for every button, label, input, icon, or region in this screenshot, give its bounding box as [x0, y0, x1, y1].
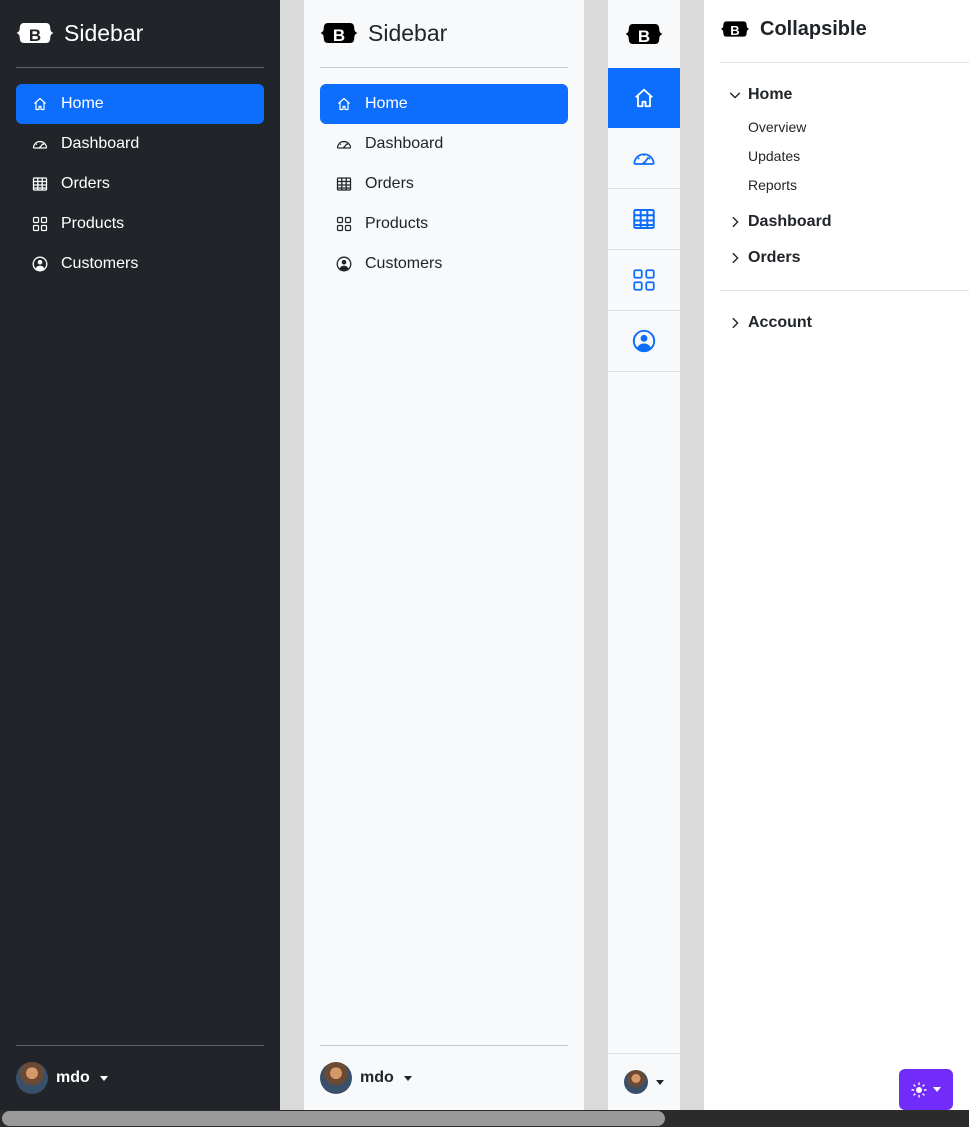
brand-title: Sidebar [64, 19, 144, 46]
icon-nav-orders[interactable] [608, 189, 680, 250]
nav-label: Customers [61, 255, 139, 272]
home-icon [336, 96, 352, 112]
user-dropdown[interactable] [608, 1053, 680, 1110]
bootstrap-logo-icon: B [16, 23, 54, 45]
home-icon [32, 96, 48, 112]
divider [16, 67, 264, 68]
sub-link-overview[interactable]: Overview [748, 119, 806, 135]
person-circle-icon [632, 329, 656, 353]
nav-label: Products [61, 215, 125, 232]
light-sidebar-nav: Home Dashboard Orders Products Customers [320, 84, 568, 284]
user-name: mdo [56, 1069, 90, 1086]
brand-title: Sidebar [368, 19, 448, 46]
horizontal-scrollbar[interactable] [0, 1110, 969, 1127]
grid-icon [336, 216, 352, 232]
chevron-down-icon [728, 88, 742, 102]
svg-text:B: B [638, 27, 650, 46]
home-icon [632, 86, 656, 110]
divider [720, 290, 969, 291]
speedometer-icon [632, 146, 656, 170]
theme-toggle-button[interactable] [899, 1069, 953, 1110]
collapsible-sidebar: B Collapsible Home Overview Updates Repo… [704, 0, 969, 1110]
nav-label: Dashboard [365, 135, 444, 152]
chevron-right-icon [728, 251, 742, 265]
speedometer-icon [32, 136, 48, 152]
avatar [320, 1062, 352, 1094]
icon-sidebar: B [608, 0, 680, 1110]
icon-sidebar-brand[interactable]: B [608, 0, 680, 68]
caret-down-icon [656, 1079, 664, 1085]
grid-icon [32, 216, 48, 232]
caret-down-icon [933, 1087, 941, 1092]
toggle-label: Orders [748, 249, 801, 266]
collapsible-brand[interactable]: B Collapsible [720, 16, 867, 42]
icon-nav-home[interactable] [608, 68, 680, 128]
grid-icon [632, 268, 656, 292]
sun-icon [911, 1081, 927, 1098]
divider [16, 1045, 264, 1046]
nav-item-dashboard[interactable]: Dashboard [320, 124, 568, 164]
divider [320, 67, 568, 68]
svg-text:B: B [29, 26, 41, 45]
nav-item-orders[interactable]: Orders [16, 164, 264, 204]
svg-text:B: B [333, 26, 345, 45]
person-circle-icon [336, 256, 352, 272]
nav-item-customers[interactable]: Customers [16, 244, 264, 284]
table-icon [632, 207, 656, 231]
dark-sidebar: B Sidebar Home Dashboard Orders Products… [0, 0, 280, 1110]
person-circle-icon [32, 256, 48, 272]
table-icon [336, 176, 352, 192]
nav-item-customers[interactable]: Customers [320, 244, 568, 284]
sub-link-reports[interactable]: Reports [748, 177, 797, 193]
avatar [624, 1070, 648, 1094]
toggle-dashboard[interactable]: Dashboard [728, 213, 832, 231]
divider [320, 1045, 568, 1046]
nav-label: Products [365, 215, 429, 232]
speedometer-icon [336, 136, 352, 152]
nav-item-products[interactable]: Products [320, 204, 568, 244]
nav-label: Customers [365, 255, 443, 272]
nav-label: Orders [61, 175, 110, 192]
toggle-label: Dashboard [748, 213, 832, 230]
icon-nav-dashboard[interactable] [608, 128, 680, 189]
dark-sidebar-nav: Home Dashboard Orders Products Customers [16, 84, 264, 284]
nav-label: Dashboard [61, 135, 140, 152]
user-dropdown[interactable]: mdo [320, 1062, 412, 1094]
bootstrap-logo-icon: B [625, 24, 663, 46]
user-name: mdo [360, 1069, 394, 1086]
light-sidebar: B Sidebar Home Dashboard Orders Products… [304, 0, 584, 1110]
caret-down-icon [403, 1075, 412, 1081]
chevron-right-icon [728, 316, 742, 330]
nav-label: Home [365, 95, 408, 112]
caret-down-icon [99, 1075, 108, 1081]
sub-link-updates[interactable]: Updates [748, 148, 800, 164]
dark-sidebar-brand[interactable]: B Sidebar [16, 16, 143, 50]
scrollbar-thumb[interactable] [2, 1111, 665, 1126]
nav-item-dashboard[interactable]: Dashboard [16, 124, 264, 164]
toggle-home[interactable]: Home [728, 86, 792, 104]
nav-item-products[interactable]: Products [16, 204, 264, 244]
divider [720, 62, 969, 63]
nav-item-orders[interactable]: Orders [320, 164, 568, 204]
svg-text:B: B [730, 23, 739, 38]
user-dropdown[interactable]: mdo [16, 1062, 108, 1094]
toggle-label: Home [748, 86, 793, 103]
light-sidebar-brand[interactable]: B Sidebar [320, 16, 447, 50]
bootstrap-logo-icon: B [320, 23, 358, 45]
bootstrap-logo-icon: B [720, 21, 750, 38]
chevron-right-icon [728, 215, 742, 229]
toggle-orders[interactable]: Orders [728, 249, 800, 267]
avatar [16, 1062, 48, 1094]
nav-item-home[interactable]: Home [320, 84, 568, 124]
icon-nav-products[interactable] [608, 250, 680, 311]
toggle-label: Account [748, 314, 812, 331]
nav-label: Orders [365, 175, 414, 192]
nav-label: Home [61, 95, 104, 112]
nav-item-home[interactable]: Home [16, 84, 264, 124]
collapsible-title: Collapsible [760, 17, 867, 40]
icon-nav-customers[interactable] [608, 311, 680, 372]
toggle-account[interactable]: Account [728, 314, 812, 332]
table-icon [32, 176, 48, 192]
